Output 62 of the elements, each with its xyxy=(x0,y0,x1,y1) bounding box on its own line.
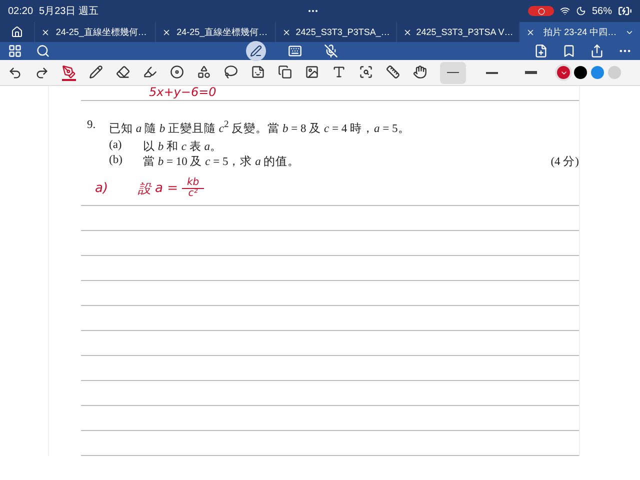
eraser-icon[interactable] xyxy=(116,64,130,80)
close-icon[interactable] xyxy=(282,28,292,36)
record-icon xyxy=(538,8,544,14)
lasso-icon[interactable] xyxy=(224,64,238,80)
tab-label: 24-25_直線坐標幾何… xyxy=(176,26,269,38)
share-icon[interactable] xyxy=(590,44,604,58)
document-tab[interactable]: 拍片 23-24 中四… xyxy=(519,22,640,42)
date: 5月23日 週五 xyxy=(39,5,98,18)
question-text: 已知 a 隨 b 正變且隨 c$^{2}$ 反變。當 b = 8 及 c = 4 時，a = 5。 xyxy=(109,119,411,136)
hand-icon[interactable] xyxy=(413,64,427,80)
handwritten-equation: 5x+y−6=0 xyxy=(81,86,579,101)
tab-label: 拍片 23-24 中四… xyxy=(542,26,618,38)
image-icon[interactable] xyxy=(305,64,319,80)
pen-icon xyxy=(250,45,262,57)
handwritten-expression: a = xyxy=(155,181,178,196)
home-icon[interactable] xyxy=(11,26,23,38)
close-icon[interactable] xyxy=(162,28,171,36)
tab-label: 24-25_直線坐標幾何… xyxy=(54,26,148,38)
color-swatch[interactable] xyxy=(574,66,587,79)
text-box-icon[interactable] xyxy=(332,64,346,80)
tab-label: 2425_S3T3_P3TSA V… xyxy=(416,27,514,37)
moon-icon xyxy=(576,6,586,16)
close-icon[interactable] xyxy=(41,28,50,36)
marks: (4 分) xyxy=(550,154,579,169)
disc-icon[interactable] xyxy=(170,64,184,80)
close-icon[interactable] xyxy=(526,28,536,36)
pen-icon[interactable] xyxy=(62,64,76,80)
highlighter-icon[interactable] xyxy=(143,64,157,80)
battery-icon xyxy=(618,4,632,18)
tab-label: 2425_S3T3_P3TSA_… xyxy=(295,27,390,37)
shapes-icon[interactable] xyxy=(197,64,211,80)
copy-icon[interactable] xyxy=(278,64,292,80)
battery-percent: 56% xyxy=(592,6,612,16)
part-text: 以 b 和 c 表 a。 xyxy=(143,140,223,154)
stroke-width-option[interactable] xyxy=(440,62,466,84)
pen-mode-button[interactable] xyxy=(246,41,266,61)
handwritten-label: a) xyxy=(95,181,108,196)
pencil-icon[interactable] xyxy=(89,64,103,80)
wifi-icon xyxy=(560,6,570,16)
undo-icon[interactable] xyxy=(8,66,22,80)
recording-indicator[interactable] xyxy=(528,6,554,16)
bookmark-icon[interactable] xyxy=(562,44,576,58)
question-number: 9. xyxy=(87,119,97,133)
add-page-icon[interactable] xyxy=(534,44,548,58)
redo-icon[interactable] xyxy=(35,66,49,80)
part-text: 當 b = 10 及 c = 5，求 a 的值。 xyxy=(143,154,301,169)
search-icon[interactable] xyxy=(36,44,50,58)
close-icon[interactable] xyxy=(403,28,412,36)
handwritten-word: 設 xyxy=(138,180,152,198)
scan-icon[interactable] xyxy=(359,64,373,80)
color-swatch[interactable] xyxy=(608,66,621,79)
ruler-icon[interactable] xyxy=(386,64,400,80)
handwritten-numerator: kb xyxy=(186,178,200,188)
microphone-icon[interactable] xyxy=(324,44,338,58)
part-label: (b) xyxy=(109,154,124,168)
color-swatch[interactable] xyxy=(557,66,570,79)
color-swatch[interactable] xyxy=(591,66,604,79)
time: 02:20 xyxy=(8,6,34,16)
sticker-icon[interactable] xyxy=(251,64,265,80)
part-label: (a) xyxy=(109,138,123,153)
grid-icon[interactable] xyxy=(8,44,22,58)
keyboard-icon[interactable] xyxy=(288,44,302,58)
